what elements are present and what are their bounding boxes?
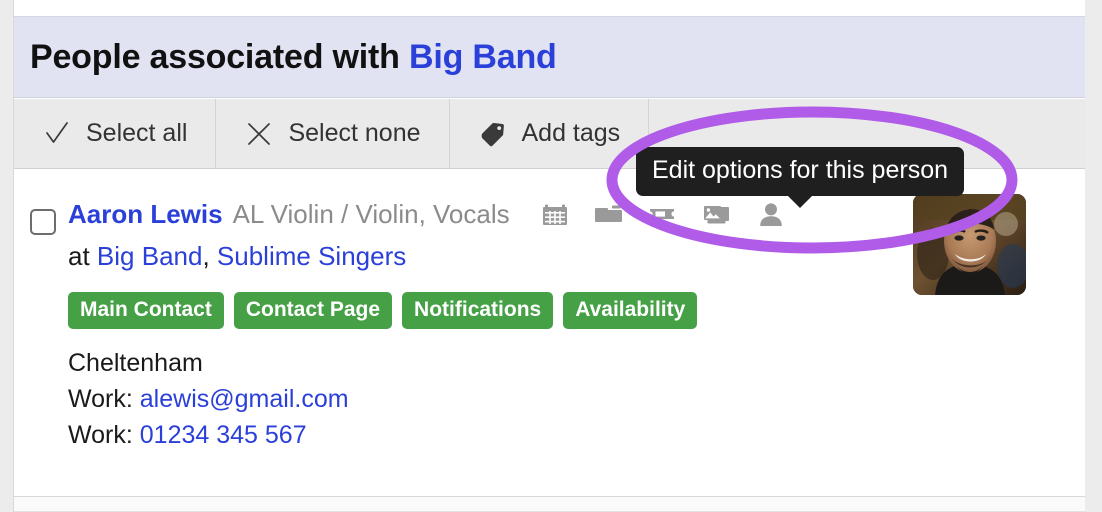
left-gutter: [0, 0, 14, 512]
phone-label: Work:: [68, 421, 133, 449]
tag-icon: [478, 119, 508, 149]
close-x-icon: [244, 119, 274, 149]
person-name-link[interactable]: Aaron Lewis: [68, 196, 223, 232]
person-location: Cheltenham: [68, 349, 203, 377]
org-link-2[interactable]: Sublime Singers: [217, 241, 406, 271]
email-label: Work:: [68, 385, 133, 413]
next-row-top: [14, 497, 1085, 512]
people-panel: People associated with Big Band Select a…: [14, 0, 1085, 512]
email-value[interactable]: alewis@gmail.com: [140, 385, 349, 413]
ticket-icon[interactable]: [648, 199, 678, 229]
org-link-1[interactable]: Big Band: [97, 241, 203, 271]
panel-header: People associated with Big Band: [14, 16, 1085, 98]
folder-icon[interactable]: [594, 199, 624, 229]
add-tags-button[interactable]: Add tags: [450, 99, 650, 168]
tooltip: Edit options for this person: [636, 147, 964, 196]
person-contact-details: Cheltenham Work: alewis@gmail.com Work: …: [68, 345, 1075, 453]
avatar[interactable]: [913, 194, 1026, 295]
person-role-text: AL Violin / Violin, Vocals: [232, 199, 510, 229]
person-action-icons: [540, 199, 786, 229]
badge-contact-page[interactable]: Contact Page: [233, 292, 393, 329]
badge-notifications[interactable]: Notifications: [402, 292, 554, 329]
org-separator: ,: [202, 241, 210, 271]
person-row: Aaron Lewis AL Violin / Violin, Vocals a…: [14, 170, 1085, 496]
right-gutter: [1085, 0, 1102, 512]
panel-top-spacer: [14, 0, 1085, 16]
photos-icon[interactable]: [702, 199, 732, 229]
person-badges: Main Contact Contact Page Notifications …: [68, 292, 1075, 329]
person-select-checkbox[interactable]: [30, 209, 56, 235]
person-icon[interactable]: [756, 199, 786, 229]
phone-value[interactable]: 01234 345 567: [140, 421, 307, 449]
select-none-label: Select none: [288, 119, 421, 147]
check-icon: [42, 119, 72, 149]
calendar-icon[interactable]: [540, 199, 570, 229]
badge-availability[interactable]: Availability: [563, 292, 698, 329]
at-label: at: [68, 241, 90, 271]
badge-main-contact[interactable]: Main Contact: [68, 292, 224, 329]
page-title-prefix: People associated with: [30, 37, 400, 76]
select-all-button[interactable]: Select all: [14, 99, 217, 168]
select-all-label: Select all: [86, 119, 188, 147]
person-phone-line: Work: 01234 345 567: [68, 417, 1075, 453]
page-title: People associated with Big Band: [14, 38, 557, 77]
add-tags-label: Add tags: [521, 119, 621, 147]
app-background: People associated with Big Band Select a…: [0, 0, 1102, 512]
person-email-line: Work: alewis@gmail.com: [68, 381, 1075, 417]
select-none-button[interactable]: Select none: [216, 99, 450, 168]
page-title-band-link[interactable]: Big Band: [409, 38, 557, 76]
